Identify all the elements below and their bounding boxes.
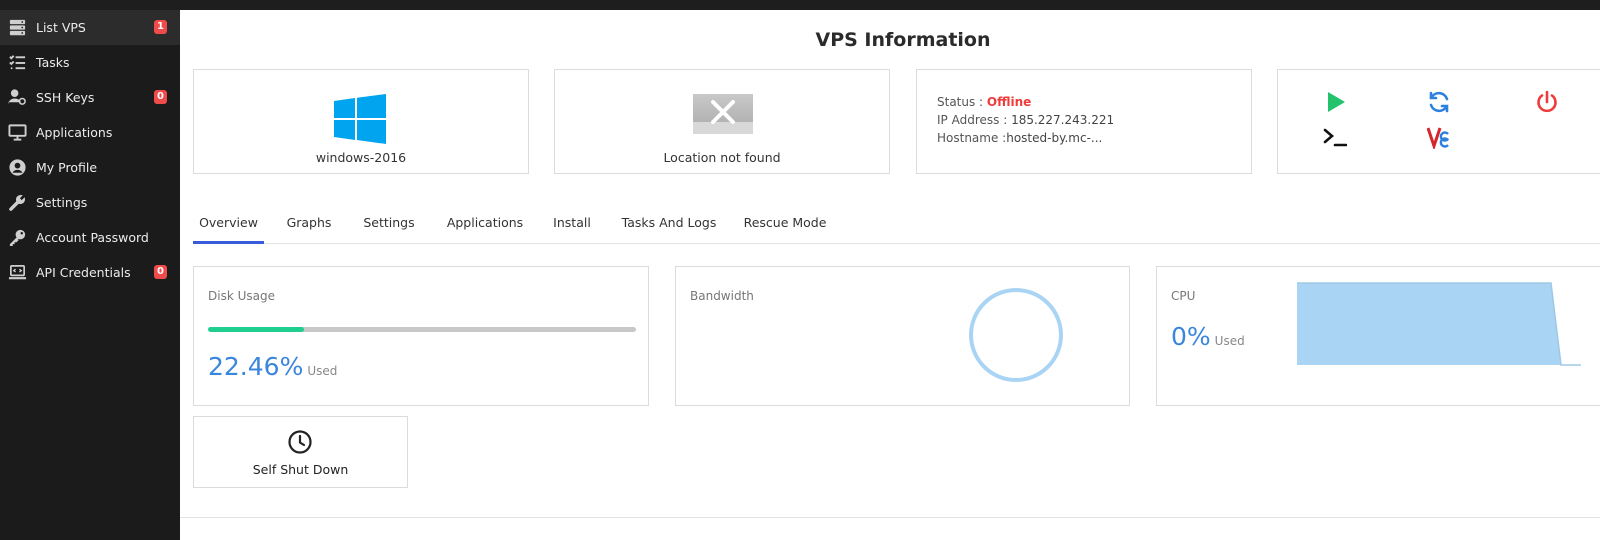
sidebar-item-label: My Profile	[36, 160, 98, 175]
ip-address-value: 185.227.243.221	[1011, 113, 1115, 127]
bandwidth-card: Bandwidth	[675, 266, 1130, 406]
vps-info-card: Status : Offline IP Address : 185.227.24…	[916, 69, 1252, 174]
play-icon	[1328, 92, 1345, 112]
bandwidth-ring-chart	[969, 288, 1063, 382]
hostname-line: Hostname :hosted-by.mc-...	[937, 131, 1102, 145]
windows-logo-icon	[334, 94, 386, 144]
monitor-icon	[6, 123, 28, 143]
disk-usage-card: Disk Usage 22.46% Used	[193, 266, 649, 406]
power-off-button[interactable]	[1534, 89, 1560, 115]
cpu-label: CPU	[1171, 289, 1196, 303]
disk-used-label: Used	[307, 364, 338, 378]
sidebar-item-label: Tasks	[36, 55, 70, 70]
location-placeholder-icon	[693, 94, 753, 134]
sidebar-item-label: SSH Keys	[36, 90, 95, 105]
laptop-code-icon	[6, 263, 28, 283]
cpu-usage-sparkline	[1297, 282, 1581, 366]
clock-icon	[288, 430, 312, 454]
tab-graphs[interactable]: Graphs	[283, 206, 335, 244]
sidebar-item-api-credentials[interactable]: API Credentials 0	[0, 255, 180, 290]
server-icon	[6, 18, 28, 38]
location-card: Location not found	[554, 69, 890, 174]
sidebar-item-label: List VPS	[36, 20, 86, 35]
start-button[interactable]	[1322, 89, 1348, 115]
ip-address-label: IP Address :	[937, 113, 1012, 127]
user-key-icon	[6, 88, 28, 108]
tab-rescue-mode[interactable]: Rescue Mode	[742, 206, 828, 244]
os-name: windows-2016	[315, 150, 407, 165]
console-button[interactable]	[1322, 124, 1348, 150]
terminal-icon	[1323, 128, 1347, 147]
footer-divider	[180, 517, 1600, 518]
sidebar-item-settings[interactable]: Settings	[0, 185, 180, 220]
wrench-icon	[6, 193, 28, 213]
api-credentials-count-badge: 0	[154, 265, 167, 279]
restart-button[interactable]	[1426, 89, 1452, 115]
key-icon	[6, 228, 28, 248]
self-shut-down-label: Self Shut Down	[252, 462, 349, 477]
top-bar	[0, 0, 1600, 10]
location-text: Location not found	[663, 150, 781, 165]
sidebar-item-label: Applications	[36, 125, 113, 140]
vps-actions-card	[1277, 69, 1600, 174]
tasks-list-icon	[6, 53, 28, 73]
power-icon	[1537, 90, 1557, 113]
vps-tabs: Overview Graphs Settings Applications In…	[193, 206, 1600, 244]
tab-applications[interactable]: Applications	[444, 206, 526, 244]
status-badge: Offline	[986, 95, 1032, 109]
hostname-label: Hostname :	[937, 131, 1007, 145]
disk-usage-value-line: 22.46% Used	[208, 352, 337, 381]
cpu-value-line: 0% Used	[1171, 322, 1245, 351]
sidebar: List VPS 1 Tasks SSH Keys 0 Applications…	[0, 10, 180, 540]
status-label: Status :	[937, 95, 987, 109]
sidebar-item-label: Account Password	[36, 230, 149, 245]
sidebar-item-account-password[interactable]: Account Password	[0, 220, 180, 255]
refresh-icon	[1429, 91, 1449, 113]
sidebar-item-tasks[interactable]: Tasks	[0, 45, 180, 80]
sidebar-item-label: Settings	[36, 195, 88, 210]
disk-usage-value: 22.46%	[208, 352, 304, 381]
tab-tasks-and-logs[interactable]: Tasks And Logs	[620, 206, 718, 244]
disk-usage-progress-fill	[208, 327, 305, 332]
self-shut-down-button[interactable]: Self Shut Down	[193, 416, 408, 488]
ip-address-line: IP Address : 185.227.243.221	[937, 113, 1114, 127]
sidebar-item-ssh-keys[interactable]: SSH Keys 0	[0, 80, 180, 115]
hostname-value: hosted-by.mc-...	[1006, 131, 1103, 145]
vnc-icon	[1427, 127, 1449, 149]
user-circle-icon	[6, 158, 28, 178]
sidebar-item-list-vps[interactable]: List VPS 1	[0, 10, 180, 45]
os-card: windows-2016	[193, 69, 529, 174]
vnc-button[interactable]	[1426, 124, 1452, 150]
cpu-card: CPU 0% Used	[1156, 266, 1600, 406]
tab-overview[interactable]: Overview	[193, 206, 264, 244]
sidebar-item-my-profile[interactable]: My Profile	[0, 150, 180, 185]
cpu-value: 0%	[1171, 322, 1211, 351]
bandwidth-label: Bandwidth	[690, 289, 754, 303]
page-title: VPS Information	[815, 29, 991, 51]
disk-usage-progress-bar	[208, 327, 636, 332]
sidebar-item-label: API Credentials	[36, 265, 131, 280]
status-line: Status : Offline	[937, 95, 1031, 109]
disk-usage-label: Disk Usage	[208, 289, 275, 303]
list-vps-count-badge: 1	[154, 20, 167, 34]
tab-settings[interactable]: Settings	[363, 206, 415, 244]
tab-install[interactable]: Install	[551, 206, 593, 244]
ssh-keys-count-badge: 0	[154, 90, 167, 104]
sidebar-item-applications[interactable]: Applications	[0, 115, 180, 150]
main-content: VPS Information windows-2016 Location no…	[180, 10, 1600, 540]
cpu-used-label: Used	[1214, 334, 1245, 348]
